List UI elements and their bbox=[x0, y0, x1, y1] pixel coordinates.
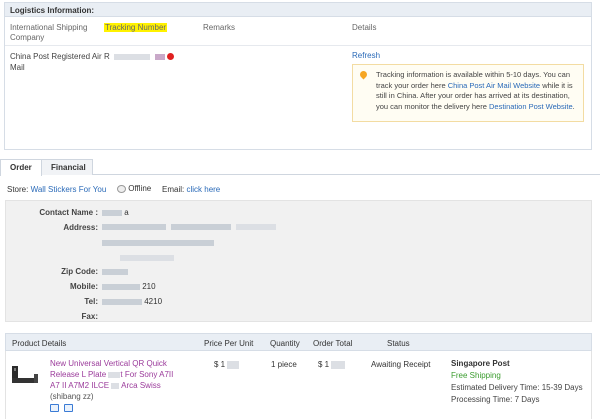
shipping-cost: Free Shipping bbox=[451, 371, 501, 380]
address-label: Address: bbox=[63, 223, 98, 232]
delivery-time: Estimated Delivery Time: 15-39 Days bbox=[451, 383, 583, 392]
quantity-value: 1 piece bbox=[271, 360, 297, 369]
redacted-block bbox=[114, 53, 151, 60]
destination-post-link[interactable]: Destination Post Website bbox=[489, 102, 573, 111]
col-remarks: Remarks bbox=[203, 23, 236, 32]
mobile-label: Mobile: bbox=[70, 282, 98, 291]
zip-value bbox=[102, 267, 128, 276]
redacted-block bbox=[331, 360, 346, 369]
logistics-panel: Logistics Information: International Shi… bbox=[4, 2, 592, 150]
col-details: Details bbox=[352, 23, 377, 32]
address-value bbox=[102, 222, 292, 231]
product-sku: (shibang zz) bbox=[50, 392, 94, 401]
tracking-notice: Tracking information is available within… bbox=[352, 64, 584, 122]
shipping-info: Singapore Post Free Shipping Estimated D… bbox=[451, 358, 583, 406]
redacted-block bbox=[171, 223, 232, 230]
redacted-block bbox=[120, 254, 174, 261]
col-tracking: Tracking Number bbox=[104, 23, 168, 32]
col-product-details: Product Details bbox=[12, 339, 67, 348]
notice-text-3: . bbox=[572, 101, 575, 111]
redacted-block bbox=[155, 53, 166, 60]
redacted-block bbox=[102, 239, 214, 246]
tab-order[interactable]: Order bbox=[0, 159, 42, 176]
order-total-value: $ 1 bbox=[318, 360, 346, 369]
mobile-text: 210 bbox=[142, 282, 156, 291]
store-label: Store: bbox=[7, 185, 29, 194]
email-line: Email: click here bbox=[162, 185, 220, 194]
redacted-block bbox=[111, 382, 120, 389]
tracking-number: R bbox=[104, 52, 166, 61]
tracking-number-text: R bbox=[104, 52, 110, 61]
col-quantity: Quantity bbox=[270, 339, 300, 348]
contact-name-value: a bbox=[102, 208, 129, 217]
product-title-part: Release L Plate bbox=[50, 370, 107, 379]
col-tracking-label: Tracking Number bbox=[104, 23, 168, 32]
seller-status-text: Offline bbox=[128, 184, 152, 193]
contact-name-label: Contact Name : bbox=[39, 208, 98, 217]
price-value: $ 1 bbox=[214, 360, 240, 369]
redacted-block bbox=[102, 223, 166, 230]
redacted-block bbox=[102, 283, 140, 290]
logistics-header: Logistics Information: bbox=[5, 3, 591, 17]
message-icon[interactable] bbox=[64, 404, 73, 412]
store-line: Store: Wall Stickers For You bbox=[7, 185, 106, 194]
carrier-name: China Post Registered Air Mail bbox=[10, 52, 102, 72]
redacted-block bbox=[108, 371, 121, 378]
store-link[interactable]: Wall Stickers For You bbox=[31, 185, 107, 194]
location-pin-icon bbox=[358, 69, 369, 80]
refresh-link[interactable]: Refresh bbox=[352, 51, 380, 60]
product-title-part: Arca Swiss bbox=[121, 381, 161, 390]
col-order-total: Order Total bbox=[313, 339, 353, 348]
order-total-text: $ 1 bbox=[318, 360, 330, 369]
redacted-block bbox=[102, 268, 128, 275]
alert-dot-icon bbox=[167, 53, 174, 60]
col-price: Price Per Unit bbox=[204, 339, 254, 348]
tab-financial[interactable]: Financial bbox=[41, 159, 93, 175]
email-link[interactable]: click here bbox=[186, 185, 220, 194]
product-title-line-3: A7 II A7M2 ILCE Arca Swiss bbox=[50, 380, 190, 391]
divider bbox=[5, 45, 591, 46]
china-post-link[interactable]: China Post Air Mail Website bbox=[448, 81, 540, 90]
product-title-part: t For Sony A7II bbox=[120, 370, 174, 379]
order-status: Awaiting Receipt bbox=[371, 360, 431, 369]
contact-name-text: a bbox=[124, 208, 129, 217]
snapshot-icon[interactable] bbox=[50, 404, 59, 412]
redacted-block bbox=[227, 360, 240, 369]
processing-time: Processing Time: 7 Days bbox=[451, 395, 540, 404]
product-title-line-2: Release L Plate t For Sony A7II bbox=[50, 369, 190, 380]
col-status: Status bbox=[387, 339, 410, 348]
product-title-line-1: New Universal Vertical QR Quick bbox=[50, 359, 167, 368]
zip-label: Zip Code: bbox=[61, 267, 98, 276]
tel-text: 4210 bbox=[144, 297, 163, 306]
shipping-method: Singapore Post bbox=[451, 359, 510, 368]
col-company: International Shipping Company bbox=[10, 23, 88, 42]
product-title[interactable]: New Universal Vertical QR Quick Release … bbox=[50, 358, 190, 391]
product-thumbnail[interactable] bbox=[10, 362, 40, 386]
email-label: Email: bbox=[162, 185, 185, 194]
redacted-block bbox=[102, 209, 122, 216]
seller-status: Offline bbox=[117, 184, 151, 193]
price-text: $ 1 bbox=[214, 360, 226, 369]
address-line-2 bbox=[102, 238, 214, 247]
product-table-header: Product Details Price Per Unit Quantity … bbox=[5, 333, 592, 351]
tel-label: Tel: bbox=[84, 297, 98, 306]
redacted-block bbox=[236, 223, 277, 230]
order-tabs: Order Financial bbox=[0, 159, 600, 176]
fax-label: Fax: bbox=[81, 312, 98, 321]
chat-icon bbox=[117, 184, 126, 193]
tel-value: 4210 bbox=[102, 297, 162, 306]
address-line-3 bbox=[120, 253, 174, 262]
logistics-heading: Logistics Information: bbox=[10, 6, 94, 15]
tracking-notice-text: Tracking information is available within… bbox=[376, 70, 580, 112]
mobile-value: 210 bbox=[102, 282, 156, 291]
product-title-part: A7 II A7M2 ILCE bbox=[50, 381, 110, 390]
redacted-block bbox=[102, 298, 142, 305]
